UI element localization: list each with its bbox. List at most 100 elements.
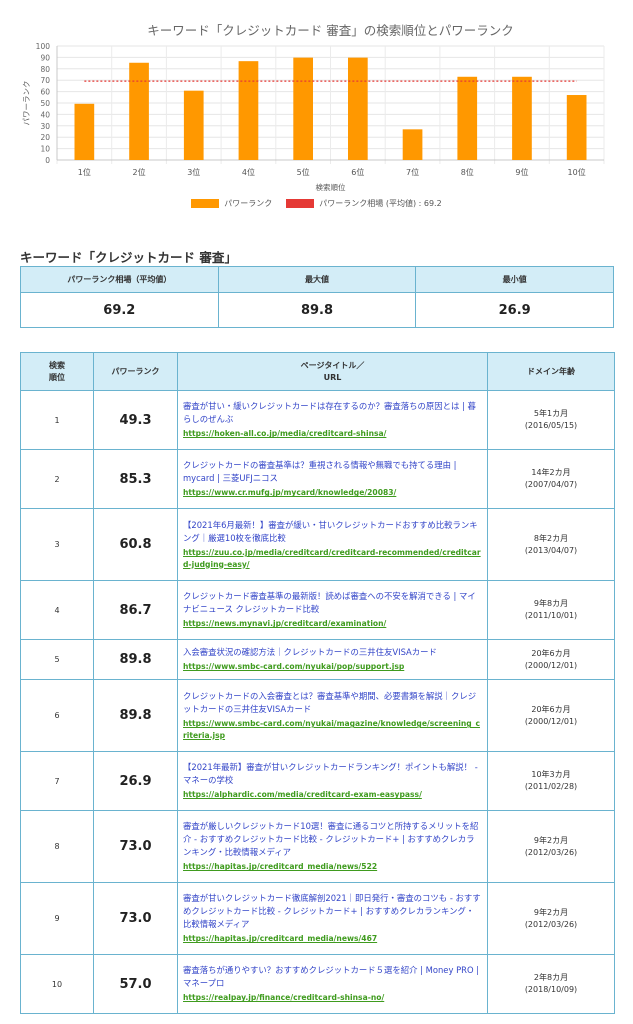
y-axis-label: パワーランク [22,81,31,126]
page-title-cell: 【2021年最新】審査が甘いクレジットカードランキング！ポイントも解説！ - マ… [177,751,488,811]
domain-age-cell: 5年1カ月 (2016/05/15) [487,390,615,450]
header-page-title: ページタイトル／ URL [177,352,488,391]
domain-registration-date: (2016/05/15) [524,421,578,430]
summary-max-value: 89.8 [217,292,417,328]
page-title-link[interactable]: クレジットカード審査基準の最新版！読めば審査への不安を解消できる | マイナビニ… [183,590,482,616]
domain-age-years: 9年2カ月 [533,907,569,917]
rank-cell: 5 [20,639,94,680]
page-url-link[interactable]: https://zuu.co.jp/media/creditcard/credi… [183,547,482,570]
domain-registration-date: (2011/02/28) [524,782,578,791]
x-tick-label: 2位 [133,167,146,177]
power-rank-cell: 85.3 [93,449,178,509]
bar-10位 [566,95,587,160]
page-title-link[interactable]: 【2021年6月最新！】審査が緩い・甘いクレジットカードおすすめ比較ランキング｜… [183,519,482,545]
rank-cell: 10 [20,954,94,1014]
legend-label-power-rank: パワーランク [224,199,273,208]
domain-age-years: 9年2カ月 [533,835,569,845]
legend-swatch-line [286,199,315,208]
power-rank-cell: 86.7 [93,580,178,640]
page-title-link[interactable]: 審査が甘いクレジットカード徹底解剖2021｜即日発行・審査のコツも - おすすめ… [183,892,482,931]
legend-item-average[interactable]: パワーランク相場 (平均値) : 69.2 [286,198,442,209]
page-title-link[interactable]: 審査落ちが通りやすい？おすすめクレジットカード５選を紹介 | Money PRO… [183,964,482,990]
page-title-cell: 審査が厳しいクレジットカード10選！審査に通るコツと所持するメリットを紹介 - … [177,810,488,883]
y-tick-label: 50 [40,99,50,108]
page-title-cell: 審査が甘い・緩いクレジットカードは存在するのか？審査落ちの原因とは | 暮らしの… [177,390,488,450]
domain-registration-date: (2000/12/01) [524,660,578,670]
page-title-link[interactable]: クレジットカードの審査基準は？重視される情報や無職でも持てる理由 | mycar… [183,459,482,485]
page-url-link[interactable]: https://news.mynavi.jp/creditcard/examin… [183,618,482,629]
legend-item-power-rank[interactable]: パワーランク [191,198,272,209]
power-rank-cell: 73.0 [93,810,178,883]
page-url-link[interactable]: https://hoken-all.co.jp/media/creditcard… [183,428,482,439]
x-tick-label: 7位 [406,167,419,177]
rank-cell: 8 [20,810,94,883]
y-tick-label: 60 [40,88,50,97]
page-title-link[interactable]: 入会審査状況の確認方法｜クレジットカードの三井住友VISAカード [183,646,482,659]
domain-registration-date: (2011/10/01) [524,611,578,620]
page-title-cell: クレジットカードの入会審査とは？審査基準や期間、必要書類を解説｜クレジットカード… [177,679,488,752]
rank-cell: 4 [20,580,94,640]
domain-registration-date: (2000/12/01) [524,716,578,726]
page-url-link[interactable]: https://realpay.jp/finance/creditcard-sh… [183,992,482,1003]
bar-1位 [74,103,95,160]
page-title-link[interactable]: 審査が厳しいクレジットカード10選！審査に通るコツと所持するメリットを紹介 - … [183,820,482,859]
page-title-link[interactable]: 審査が甘い・緩いクレジットカードは存在するのか？審査落ちの原因とは | 暮らしの… [183,400,482,426]
page-url-link[interactable]: https://www.smbc-card.com/nyukai/pop/sup… [183,661,482,672]
page-title-cell: クレジットカード審査基準の最新版！読めば審査への不安を解消できる | マイナビニ… [177,580,488,640]
domain-age-cell: 8年2カ月 (2013/04/07) [487,508,615,581]
power-rank-cell: 49.3 [93,390,178,450]
y-tick-label: 40 [40,110,50,119]
table-row: 5 89.8 入会審査状況の確認方法｜クレジットカードの三井住友VISAカード htt… [20,639,615,680]
header-title-line1: ページタイトル／ [300,360,365,370]
power-rank-cell: 26.9 [93,751,178,811]
table-row: 4 86.7 クレジットカード審査基準の最新版！読めば審査への不安を解消できる | … [20,580,615,640]
page-url-link[interactable]: https://alphardic.com/media/creditcard-e… [183,789,482,800]
table-row: 1 49.3 審査が甘い・緩いクレジットカードは存在するのか？審査落ちの原因とは |… [20,390,615,450]
x-tick-label: 4位 [242,167,255,177]
domain-age-cell: 20年6カ月 (2000/12/01) [487,679,615,752]
power-rank-cell: 89.8 [93,679,178,752]
page-url-link[interactable]: https://hapitas.jp/creditcard_media/news… [183,933,482,944]
header-rank-line1: 検索 [49,360,65,370]
chart-title: キーワード「クレジットカード 審査」の検索順位とパワーランク [147,23,513,38]
domain-age-cell: 10年3カ月 (2011/02/28) [487,751,615,811]
page-url-link[interactable]: https://www.smbc-card.com/nyukai/magazin… [183,718,482,741]
summary-min-value: 26.9 [415,292,614,328]
legend-swatch-bar [191,199,220,208]
x-tick-label: 1位 [78,167,91,177]
page-title-link[interactable]: クレジットカードの入会審査とは？審査基準や期間、必要書類を解説｜クレジットカード… [183,690,482,716]
domain-age-years: 5年1カ月 [533,409,569,418]
bar-9位 [512,76,532,160]
legend-label-average: パワーランク相場 (平均値) : 69.2 [319,199,442,208]
page-title-cell: 審査落ちが通りやすい？おすすめクレジットカード５選を紹介 | Money PRO… [177,954,488,1014]
page-title-cell: 【2021年6月最新！】審査が緩い・甘いクレジットカードおすすめ比較ランキング｜… [177,508,488,581]
summary-header-average: パワーランク相場（平均値） [20,266,219,293]
header-rank-line2: 順位 [49,372,65,382]
table-row: 7 26.9 【2021年最新】審査が甘いクレジットカードランキング！ポイントも解説… [20,751,615,811]
y-tick-label: 70 [40,76,50,85]
domain-age-cell: 9年2カ月 (2012/03/26) [487,882,615,955]
page-url-link[interactable]: https://www.cr.mufg.jp/mycard/knowledge/… [183,487,482,498]
domain-age-years: 2年8カ月 [533,973,569,982]
y-tick-label: 30 [40,122,50,131]
domain-registration-date: (2012/03/26) [524,919,578,929]
domain-age-cell: 2年8カ月 (2018/10/09) [487,954,615,1014]
domain-age-years: 20年6カ月 [531,648,571,658]
bar-5位 [293,57,313,160]
summary-heading: キーワード「クレジットカード 審査」 [20,250,237,265]
bar-7位 [402,129,423,160]
y-tick-label: 20 [40,133,50,142]
page-title-link[interactable]: 【2021年最新】審査が甘いクレジットカードランキング！ポイントも解説！ - マ… [183,761,482,787]
power-rank-bar-chart: キーワード「クレジットカード 審査」の検索順位とパワーランク 0 10 20 30 40 5… [22,23,605,192]
table-row: 10 57.0 審査落ちが通りやすい？おすすめクレジットカード５選を紹介 | Mon… [20,954,615,1014]
domain-registration-date: (2013/04/07) [524,545,578,555]
summary-table: パワーランク相場（平均値） 最大値 最小値 69.2 89.8 26.9 [20,266,614,328]
header-rank: 検索 順位 [20,352,94,391]
y-tick-label: 80 [40,65,50,74]
summary-header-max: 最大値 [217,266,417,293]
rank-cell: 1 [20,390,94,450]
chart-container: キーワード「クレジットカード 審査」の検索順位とパワーランク 0 10 20 30 40 5… [0,0,633,225]
chart-legend: パワーランク パワーランク相場 (平均値) : 69.2 [0,198,633,209]
header-power-rank: パワーランク [93,352,178,391]
page-url-link[interactable]: https://hapitas.jp/creditcard_media/news… [183,861,482,872]
